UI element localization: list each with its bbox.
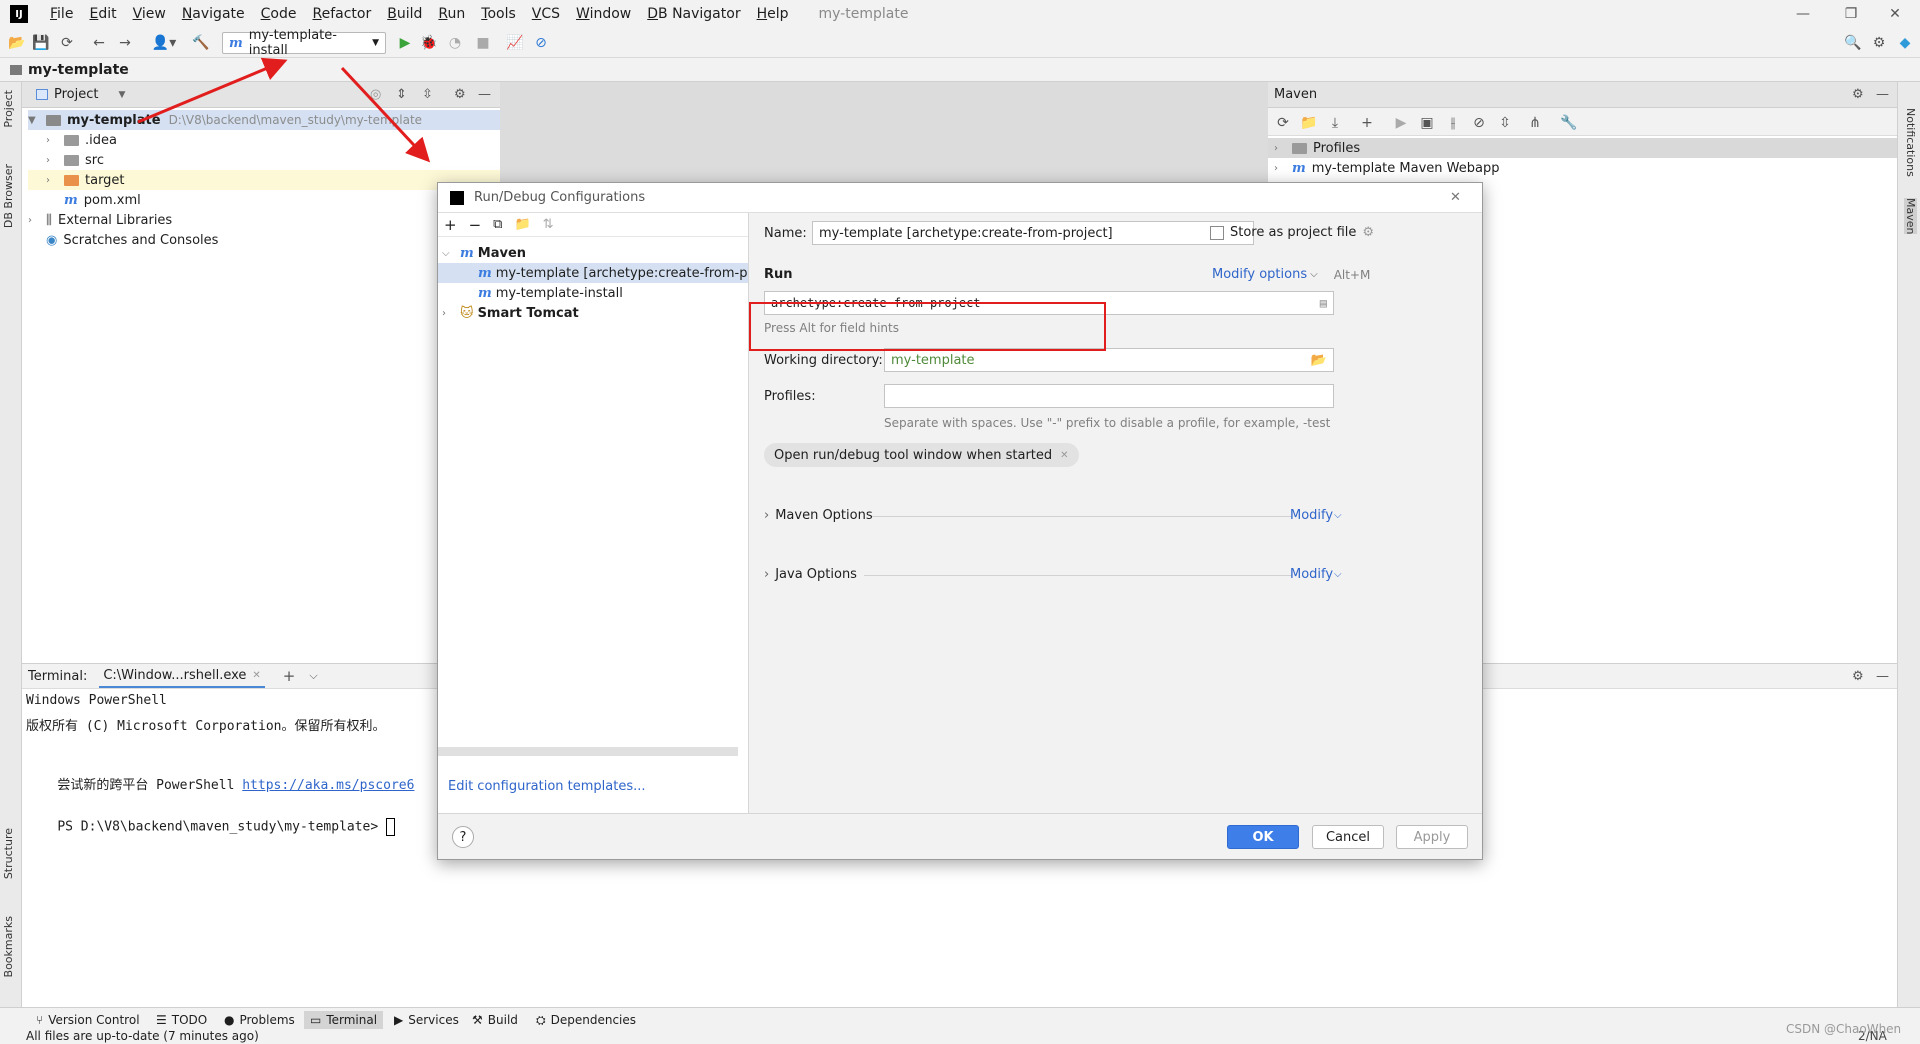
annotation-arrow-toolbar [137, 57, 288, 124]
annotation-arrow-dialog [340, 66, 431, 163]
annotation-arrows [137, 57, 431, 163]
